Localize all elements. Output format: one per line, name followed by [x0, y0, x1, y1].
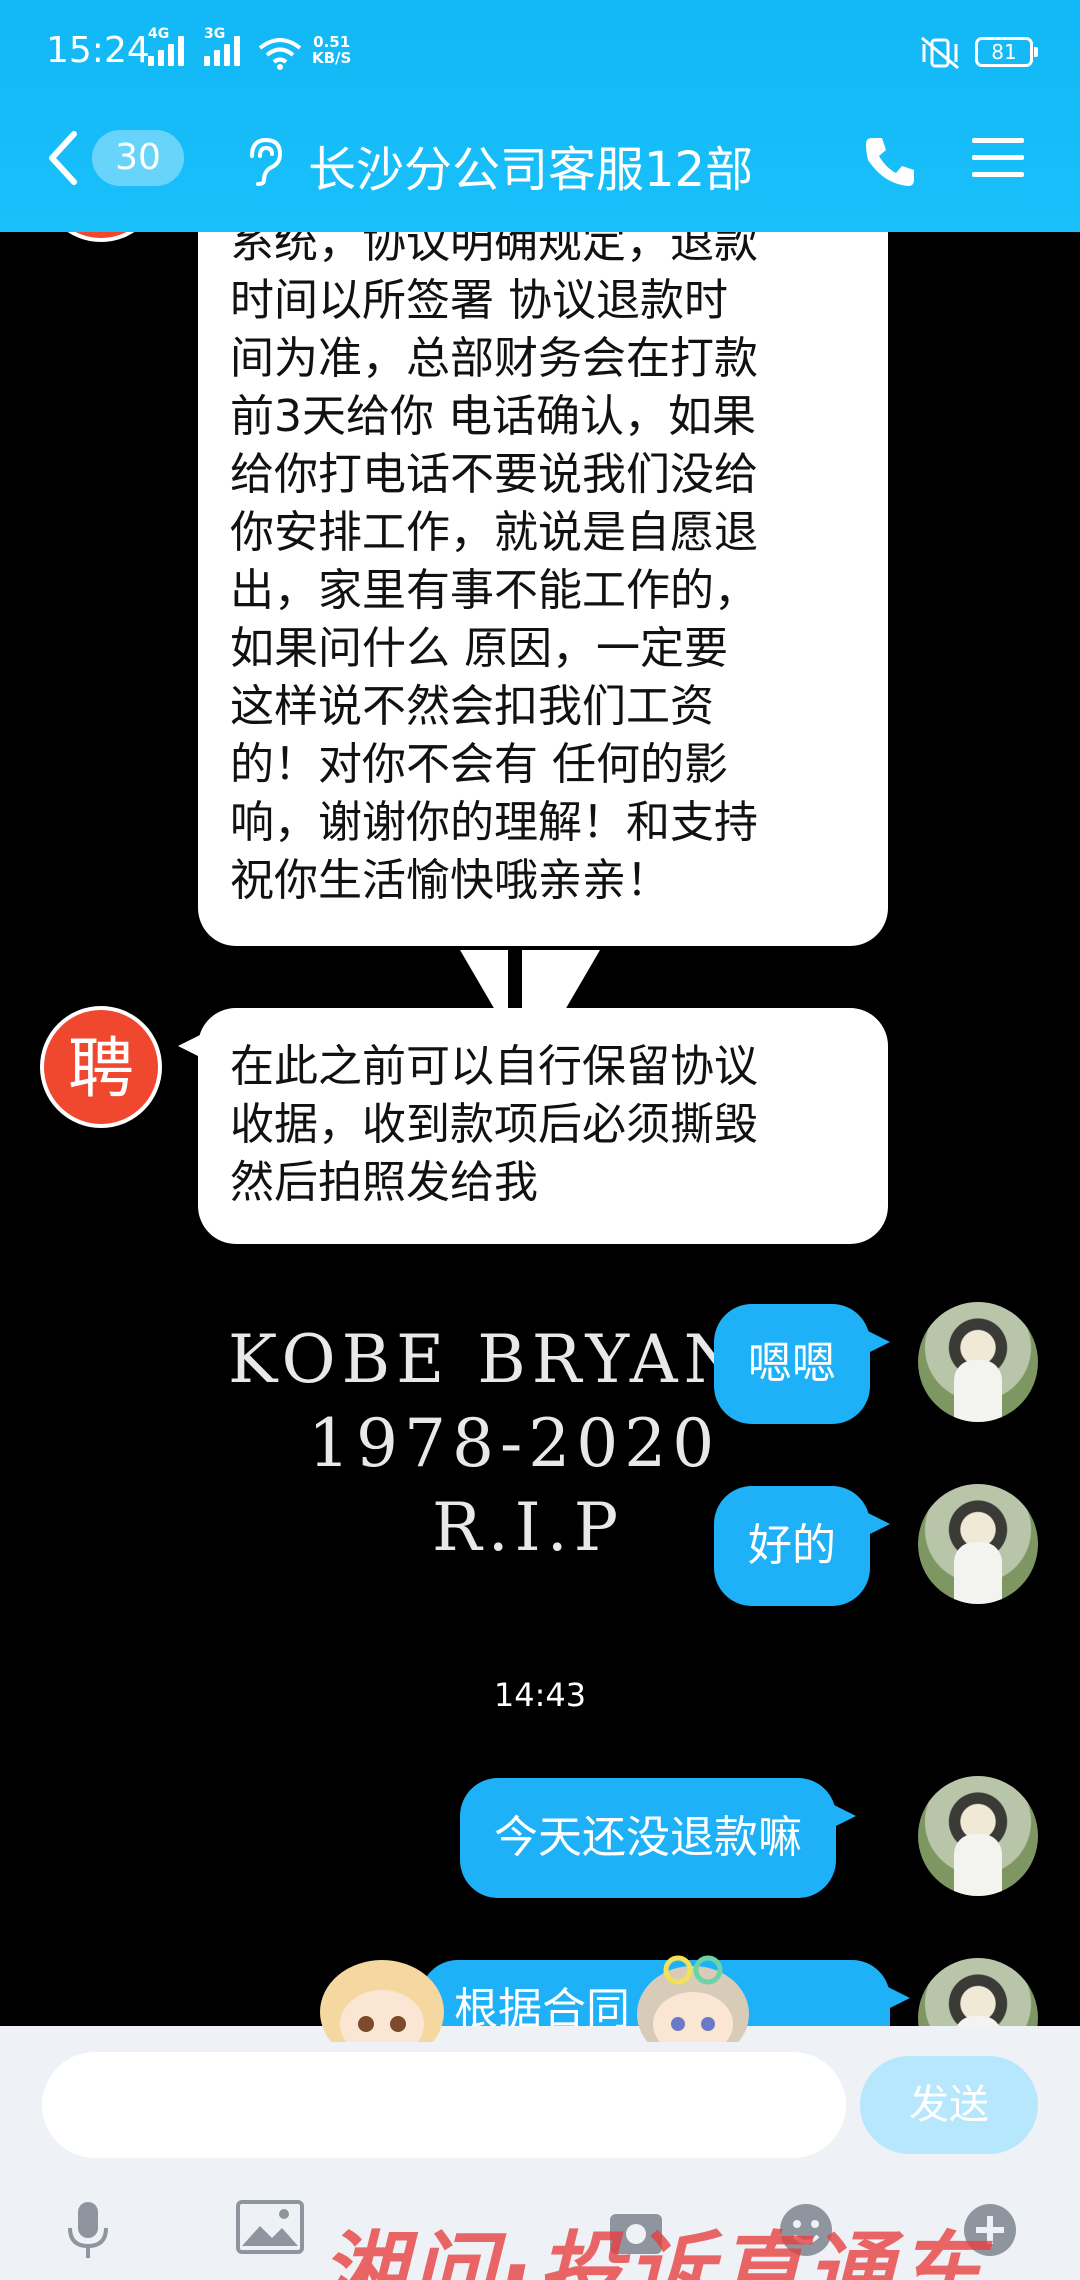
send-button[interactable]: 发送	[860, 2056, 1038, 2154]
message-line: 收据，收到款项后必须撕毁	[230, 1099, 758, 1150]
status-bar: 15:24 4G 3G 0.51 KB/S 81	[0, 0, 1080, 100]
wallpaper-figure	[460, 950, 600, 1010]
network-type-label: 4G	[148, 26, 170, 42]
wallpaper-figure-line	[508, 950, 522, 1010]
message-text: 在此之前可以自行保留协议 收据，收到款项后必须撕毁 然后拍照发给我	[230, 1038, 842, 1212]
message-text: 系统，协议明确规定，退款 时间以所签署 协议退款时 间为准，总部财务会在打款 前3天给…	[230, 214, 842, 910]
message-text: 今天还没退款嘛	[494, 1812, 802, 1863]
battery-level: 81	[991, 40, 1017, 64]
message-line: 给你打电话不要说我们没给	[230, 449, 758, 500]
message-line: 出，家里有事不能工作的，	[230, 565, 758, 616]
message-bubble-outgoing[interactable]: 嗯嗯	[714, 1304, 890, 1424]
phone-call-icon[interactable]	[862, 134, 918, 190]
message-line: 前3天给你 电话确认，如果	[230, 391, 756, 442]
message-line: 这样说不然会扣我们工资	[230, 681, 714, 732]
message-bubble-incoming[interactable]: 系统，协议明确规定，退款 时间以所签署 协议退款时 间为准，总部财务会在打款 前3天给…	[198, 170, 888, 946]
speed-value: 0.51	[313, 33, 351, 51]
message-bubble-outgoing[interactable]: 好的	[714, 1486, 890, 1606]
message-bubble-outgoing[interactable]: 今天还没退款嘛	[460, 1778, 856, 1898]
message-line: 如果问什么 原因，一定要	[230, 623, 728, 674]
signal-4g-icon: 4G	[148, 26, 184, 66]
wallpaper-line-2: 1978-2020	[308, 1405, 721, 1482]
message-input[interactable]	[42, 2052, 846, 2158]
contact-avatar[interactable]: 聘	[40, 1006, 162, 1128]
chat-title[interactable]: 长沙分公司客服12部	[308, 130, 753, 200]
message-line: 在此之前可以自行保留协议	[230, 1041, 758, 1092]
sticker-girl-icon	[320, 1960, 444, 2042]
user-avatar[interactable]	[918, 1484, 1038, 1604]
message-timestamp: 14:43	[493, 1676, 587, 1714]
message-line: 时间以所签署 协议退款时	[230, 275, 728, 326]
app-header: 15:24 4G 3G 0.51 KB/S 81 30 长沙分公司客服12部	[0, 0, 1080, 232]
wallpaper-line-1: KOBE BRYAN	[228, 1321, 748, 1398]
vibrate-mute-icon	[921, 36, 959, 70]
signal-3g-icon: 3G	[204, 26, 240, 66]
user-avatar[interactable]	[918, 1776, 1038, 1896]
speed-unit: KB/S	[312, 49, 352, 67]
input-bar: 发送 湘问·投诉直通车	[0, 2026, 1080, 2280]
wifi-icon	[258, 38, 302, 70]
status-time: 15:24	[46, 30, 150, 71]
ear-icon[interactable]	[244, 136, 284, 186]
message-text: 好的	[748, 1520, 836, 1571]
wallpaper-line-3: R.I.P	[432, 1489, 625, 1566]
microphone-icon[interactable]	[64, 2200, 112, 2264]
message-line: 的！对你不会有 任何的影	[230, 739, 728, 790]
message-bubble-incoming[interactable]: 在此之前可以自行保留协议 收据，收到款项后必须撕毁 然后拍照发给我	[178, 1008, 888, 1244]
message-text: 嗯嗯	[748, 1338, 836, 1389]
message-line: 你安排工作，就说是自愿退	[230, 507, 758, 558]
network-speed: 0.51 KB/S	[312, 34, 351, 66]
message-line: 响，谢谢你的理解！和支持	[230, 797, 758, 848]
message-line: 祝你生活愉快哦亲亲！	[230, 855, 670, 906]
message-line: 然后拍照发给我	[230, 1157, 538, 1208]
network-type-label: 3G	[204, 26, 226, 42]
back-button[interactable]: 30	[46, 128, 186, 188]
sticker-boy-icon	[637, 1955, 749, 2042]
battery-indicator: 81	[975, 37, 1038, 67]
avatar-char: 聘	[68, 1030, 134, 1107]
wallpaper-text: KOBE BRYAN 1978-2020 R.I.P	[228, 1318, 788, 1570]
chat-navbar: 30 长沙分公司客服12部	[0, 108, 1080, 208]
user-avatar[interactable]	[918, 1302, 1038, 1422]
chevron-left-icon	[49, 131, 77, 185]
message-line: 间为准，总部财务会在打款	[230, 333, 758, 384]
menu-icon[interactable]	[970, 134, 1026, 182]
image-icon[interactable]	[236, 2200, 304, 2254]
watermark-text: 湘问·投诉直通车	[320, 2223, 987, 2280]
unread-count-badge: 30	[92, 130, 184, 186]
